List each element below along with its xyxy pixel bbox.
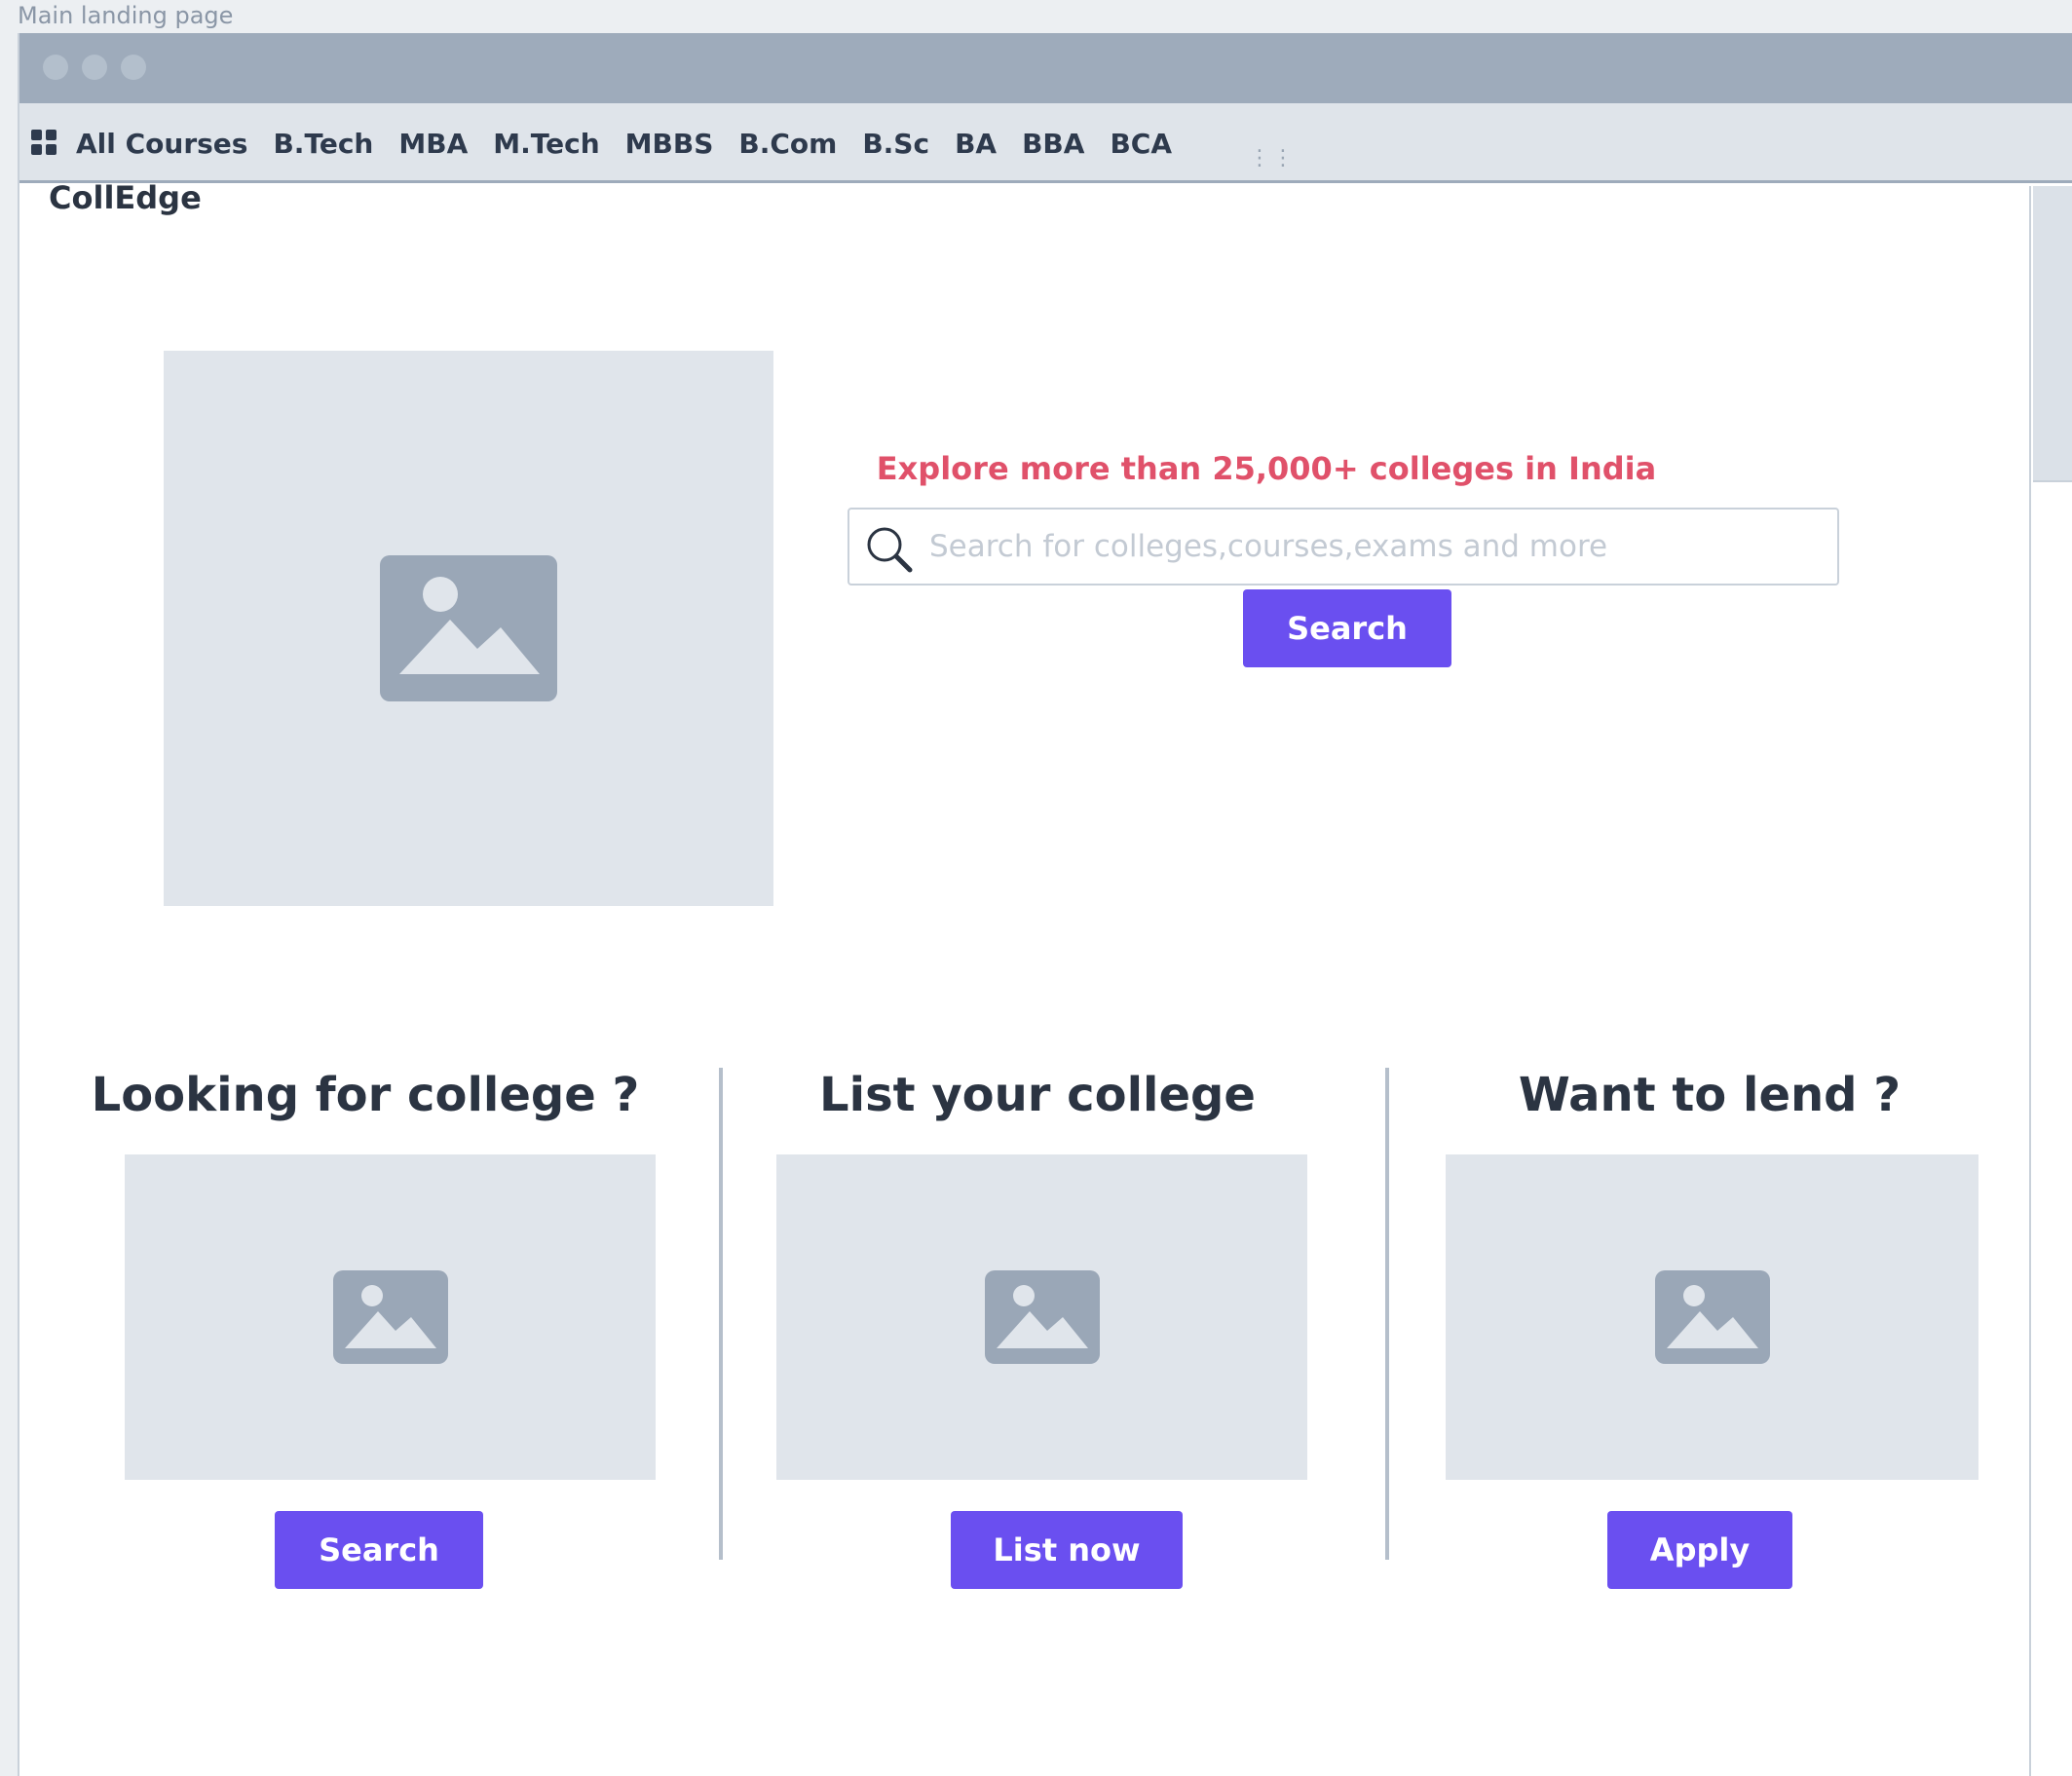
nav-item-mtech[interactable]: M.Tech	[493, 128, 599, 160]
search-icon	[867, 527, 913, 573]
image-icon	[984, 1270, 1100, 1364]
nav-item-ba[interactable]: BA	[955, 128, 997, 160]
minimize-window-dot[interactable]	[82, 55, 107, 80]
hero-tagline: Explore more than 25,000+ colleges in In…	[876, 450, 1657, 487]
list-now-button[interactable]: List now	[951, 1511, 1183, 1589]
apply-button[interactable]: Apply	[1607, 1511, 1792, 1589]
apps-grid-icon[interactable]	[31, 130, 57, 155]
more-courses-icon[interactable]: ⋮⋮	[1249, 146, 1296, 170]
image-icon	[1654, 1270, 1770, 1364]
hero-search-button[interactable]: Search	[1243, 589, 1451, 667]
browser-window: All Courses B.Tech MBA M.Tech MBBS B.Com…	[18, 33, 2072, 1776]
nav-item-bcom[interactable]: B.Com	[738, 128, 837, 160]
nav-item-bsc[interactable]: B.Sc	[862, 128, 929, 160]
nav-item-all-courses[interactable]: All Courses	[76, 128, 247, 160]
looking-for-college-image	[125, 1154, 656, 1480]
scrollbar-thumb[interactable]	[2033, 186, 2072, 482]
window-titlebar	[19, 33, 2072, 103]
find-college-search-button[interactable]: Search	[275, 1511, 483, 1589]
course-nav-items: All Courses B.Tech MBA M.Tech MBBS B.Com…	[76, 103, 1172, 183]
close-window-dot[interactable]	[43, 55, 68, 80]
column-divider	[719, 1068, 723, 1560]
list-your-college-image	[776, 1154, 1307, 1480]
search-input[interactable]	[929, 519, 1826, 574]
vertical-scrollbar[interactable]	[2029, 186, 2072, 1776]
brand-logo-text[interactable]: CollEdge	[49, 179, 202, 216]
course-navbar: All Courses B.Tech MBA M.Tech MBBS B.Com…	[19, 103, 2072, 183]
looking-for-college-title: Looking for college ?	[91, 1068, 640, 1122]
image-icon	[332, 1270, 448, 1364]
image-icon	[380, 555, 557, 701]
nav-item-mbbs[interactable]: MBBS	[625, 128, 714, 160]
page-label: Main landing page	[18, 2, 234, 29]
maximize-window-dot[interactable]	[121, 55, 146, 80]
nav-item-bca[interactable]: BCA	[1110, 128, 1172, 160]
nav-item-btech[interactable]: B.Tech	[273, 128, 373, 160]
column-divider	[1385, 1068, 1389, 1560]
hero-image-placeholder	[164, 351, 773, 906]
list-your-college-title: List your college	[819, 1068, 1256, 1122]
nav-item-mba[interactable]: MBA	[398, 128, 468, 160]
nav-item-bba[interactable]: BBA	[1022, 128, 1084, 160]
hero-search-box	[848, 508, 1839, 586]
want-to-lend-image	[1446, 1154, 1978, 1480]
want-to-lend-title: Want to lend ?	[1518, 1068, 1902, 1122]
